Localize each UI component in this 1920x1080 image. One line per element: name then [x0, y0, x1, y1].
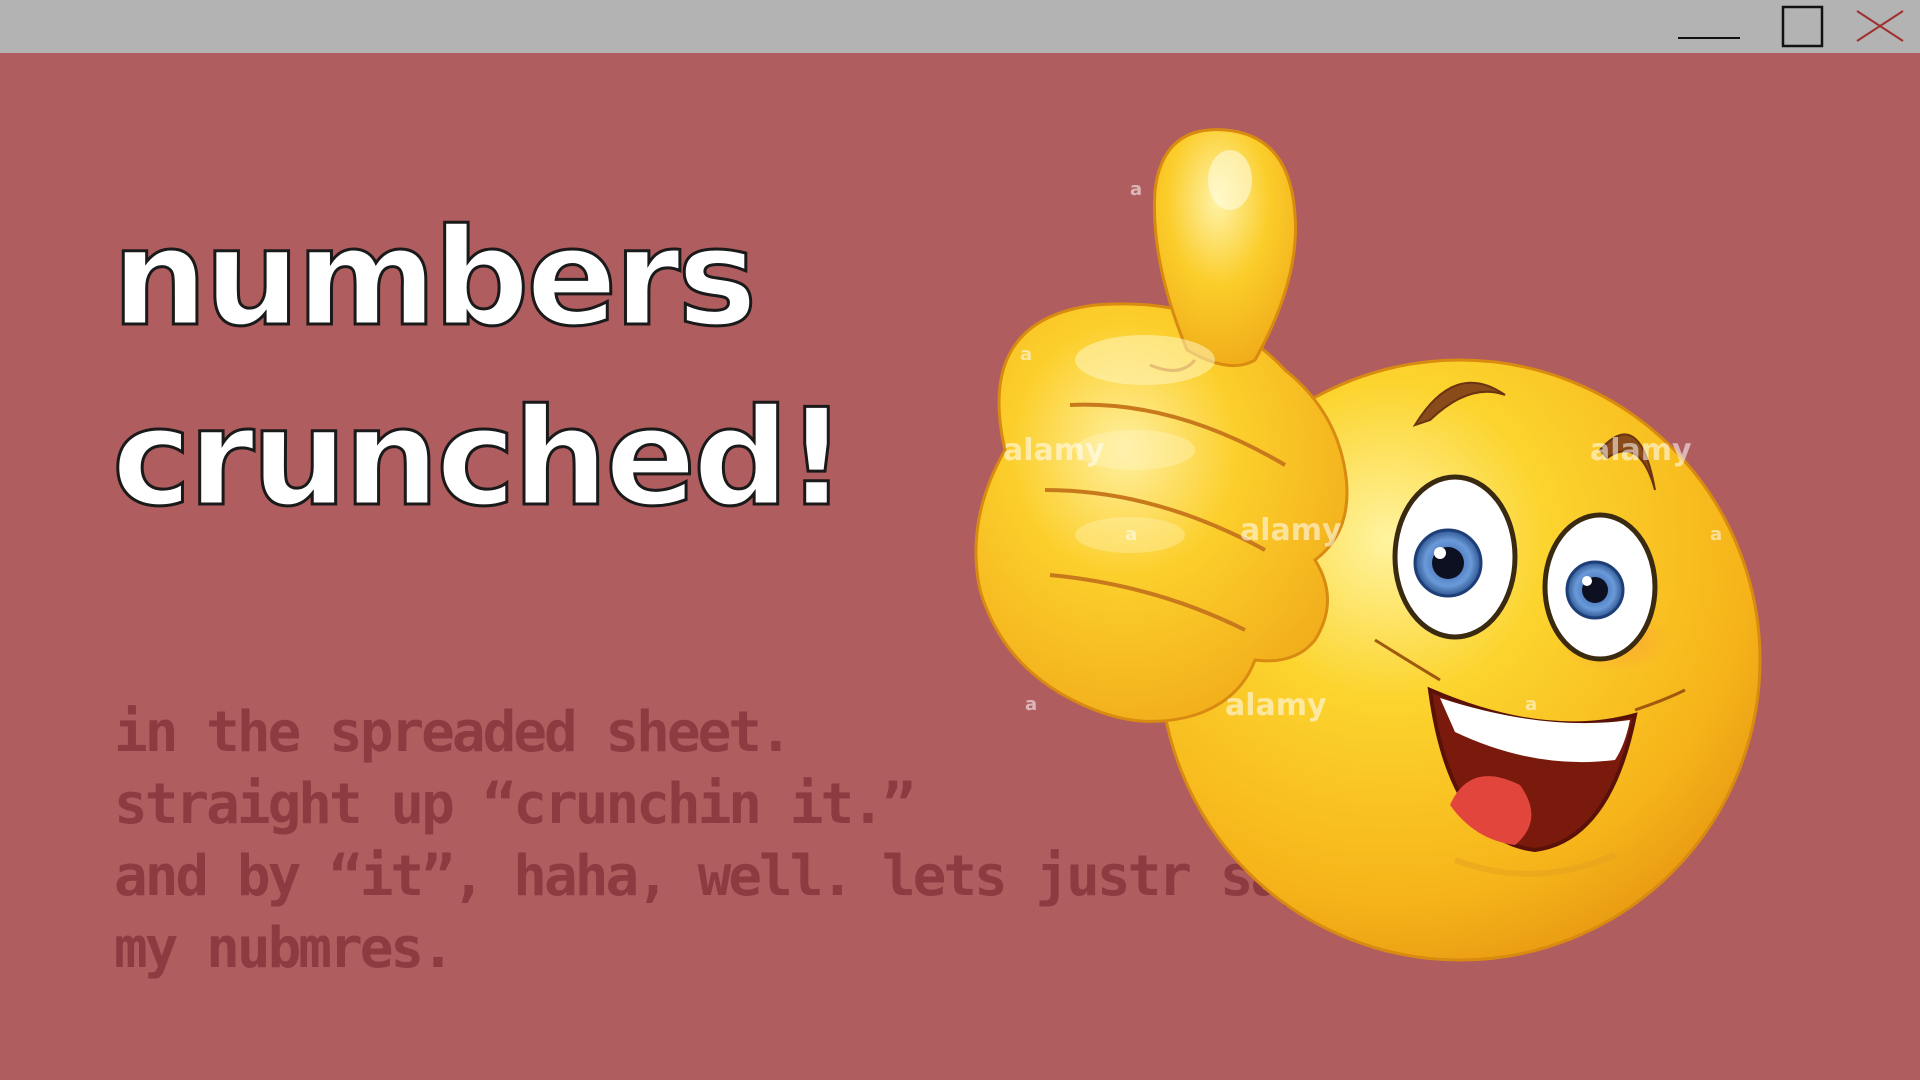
- watermark-small-4: a: [1025, 694, 1037, 715]
- close-button[interactable]: [1850, 0, 1920, 53]
- watermark-small-2: a: [1020, 344, 1032, 365]
- watermark-3: alamy: [1225, 688, 1327, 723]
- maximize-icon: [1781, 5, 1824, 48]
- watermark-small-1: a: [1130, 179, 1142, 200]
- watermark-1: alamy: [1003, 433, 1105, 468]
- headline-line-1: numbers: [110, 199, 758, 358]
- headline: numbers crunched!: [110, 188, 848, 548]
- maximize-button[interactable]: [1766, 0, 1836, 53]
- minimize-button[interactable]: [1674, 0, 1744, 53]
- watermark-small-6: a: [1710, 524, 1722, 545]
- close-icon: [1856, 10, 1904, 42]
- minimize-icon: [1678, 37, 1740, 39]
- watermark-2: alamy: [1240, 513, 1342, 548]
- watermark-small-5: a: [1525, 694, 1537, 715]
- title-bar: [0, 0, 1920, 53]
- headline-line-2: crunched!: [110, 379, 848, 538]
- thumbs-up-emoji-image: alamy alamy alamy alamy a a a a a a: [974, 128, 1762, 962]
- watermark-4: alamy: [1590, 433, 1692, 468]
- watermark-small-3: a: [1125, 524, 1137, 545]
- app-window: numbers crunched! in the spreaded sheet.…: [0, 0, 1920, 1080]
